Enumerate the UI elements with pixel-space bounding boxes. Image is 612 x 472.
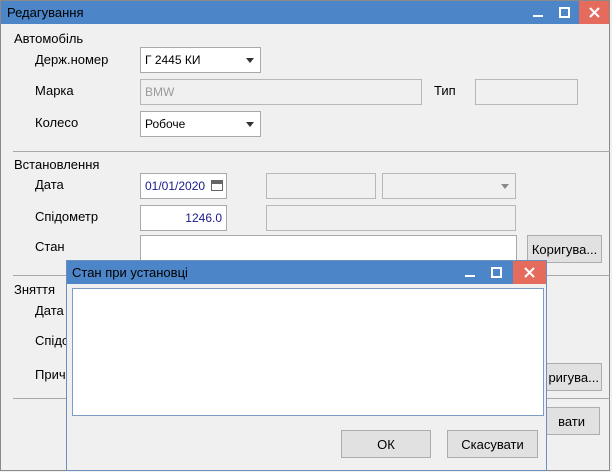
chevron-down-icon <box>246 58 254 63</box>
install-date-input[interactable]: 01/01/2020 <box>140 173 227 199</box>
odometer-value: 1246.0 <box>185 211 222 225</box>
dialog-minimize-button[interactable] <box>457 261 483 284</box>
install-date-value: 01/01/2020 <box>145 179 206 193</box>
maximize-icon <box>558 7 570 18</box>
minimize-icon <box>465 274 475 277</box>
odometer-extra-field <box>266 205 516 231</box>
calendar-icon[interactable] <box>211 180 223 191</box>
main-window-title: Редагування <box>7 5 84 20</box>
removal-reason-label: Прич <box>35 367 66 382</box>
install-date-label: Дата <box>35 177 64 192</box>
odometer-label: Спідометр <box>35 209 99 224</box>
ok-button[interactable]: ОК <box>341 430 431 458</box>
maximize-icon <box>490 267 502 278</box>
minimize-button[interactable] <box>525 1 551 24</box>
chevron-down-icon <box>501 184 509 189</box>
reg-number-value: Г 2445 КИ <box>145 53 201 67</box>
install-extra-select <box>382 173 516 199</box>
type-label: Тип <box>434 83 456 98</box>
state-dialog: Стан при установці ОК Скасувати <box>66 260 547 471</box>
install-edit-button[interactable]: Коригува... <box>527 235 602 263</box>
brand-value: BMW <box>145 85 175 99</box>
brand-field: BMW <box>140 79 422 105</box>
close-icon <box>524 267 535 278</box>
close-button[interactable] <box>579 1 609 24</box>
state-input[interactable] <box>140 235 517 261</box>
dialog-titlebar[interactable]: Стан при установці <box>67 261 546 284</box>
reg-number-select[interactable]: Г 2445 КИ <box>140 47 261 73</box>
removal-odometer-label: Спідо <box>35 333 70 348</box>
cancel-button[interactable]: Скасувати <box>447 430 538 458</box>
dialog-close-button[interactable] <box>513 261 546 284</box>
divider <box>13 151 610 152</box>
dialog-title: Стан при установці <box>72 265 188 280</box>
car-section-title: Автомобіль <box>14 31 84 46</box>
odometer-input[interactable]: 1246.0 <box>140 205 227 231</box>
minimize-icon <box>533 14 543 17</box>
removal-section-title: Зняття <box>14 282 56 297</box>
maximize-button[interactable] <box>551 1 577 24</box>
reg-number-label: Держ.номер <box>35 52 109 67</box>
wheel-select[interactable]: Робоче <box>140 111 261 137</box>
removal-date-label: Дата <box>35 303 64 318</box>
install-section-title: Встановлення <box>14 157 100 172</box>
main-titlebar[interactable]: Редагування <box>1 1 609 24</box>
chevron-down-icon <box>246 122 254 127</box>
state-memo-textarea[interactable] <box>72 288 544 416</box>
brand-label: Марка <box>35 83 74 98</box>
type-field <box>475 79 578 105</box>
close-icon <box>588 7 600 18</box>
install-extra-field <box>266 173 376 199</box>
state-label: Стан <box>35 239 65 254</box>
wheel-label: Колесо <box>35 115 79 130</box>
wheel-value: Робоче <box>145 117 186 131</box>
dialog-maximize-button[interactable] <box>483 261 509 284</box>
